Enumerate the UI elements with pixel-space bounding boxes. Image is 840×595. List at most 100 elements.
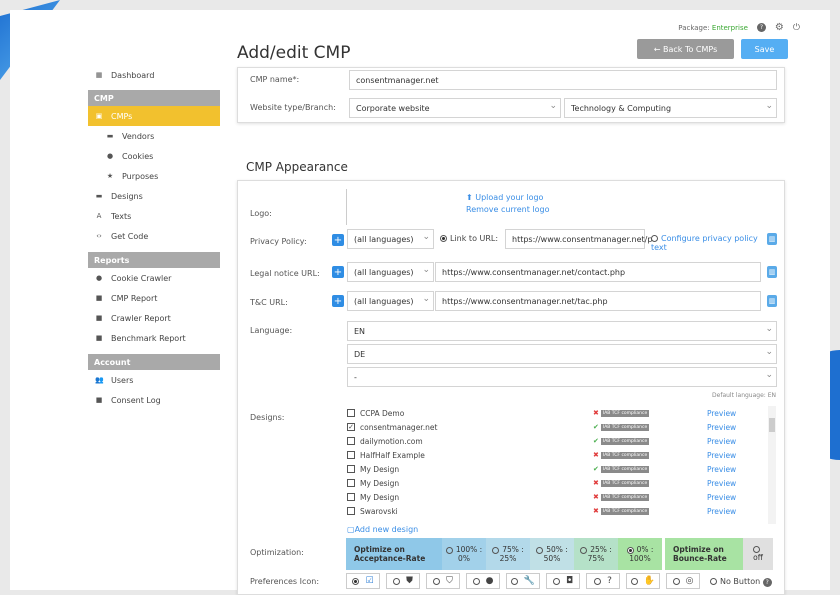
privacy-language-select[interactable]: (all languages) bbox=[347, 229, 434, 249]
opt-off-option[interactable]: off bbox=[743, 538, 773, 570]
pref-icon-shield[interactable]: ⛊ bbox=[386, 573, 420, 589]
design-name: consentmanager.net bbox=[360, 422, 438, 432]
tc-url-input[interactable]: https://www.consentmanager.net/tac.php bbox=[435, 291, 761, 311]
language-select-2[interactable]: DE bbox=[347, 344, 777, 364]
report-icon: ■ bbox=[95, 294, 103, 302]
cmp-name-input[interactable]: consentmanager.net bbox=[349, 70, 777, 90]
save-button[interactable]: Save bbox=[741, 39, 788, 59]
preview-link[interactable]: Preview bbox=[707, 465, 736, 474]
design-checkbox[interactable] bbox=[347, 465, 355, 473]
language-select-1[interactable]: EN bbox=[347, 321, 777, 341]
sidebar-item-designs[interactable]: ▬ Designs bbox=[88, 186, 220, 206]
cross-icon: ✖ bbox=[593, 409, 599, 417]
sidebar-item-cmp-report[interactable]: ■ CMP Report bbox=[88, 288, 220, 308]
cookie-icon: ● bbox=[106, 152, 114, 160]
sidebar-item-benchmark-report[interactable]: ■ Benchmark Report bbox=[88, 328, 220, 348]
power-icon[interactable]: ⏻ bbox=[793, 23, 800, 33]
tc-language-select[interactable]: (all languages) bbox=[347, 291, 434, 311]
sidebar-item-cookie-crawler[interactable]: ● Cookie Crawler bbox=[88, 268, 220, 288]
privacy-url-input[interactable]: https://www.consentmanager.net/p bbox=[505, 229, 652, 249]
radio-icon bbox=[433, 577, 441, 585]
preview-link[interactable]: Preview bbox=[707, 479, 736, 488]
sidebar-item-getcode[interactable]: ‹› Get Code bbox=[88, 226, 220, 246]
remove-logo-link[interactable]: Remove current logo bbox=[466, 205, 550, 214]
add-tc-button[interactable]: + bbox=[332, 295, 344, 307]
pref-icon-wrench[interactable]: 🔧 bbox=[506, 573, 540, 589]
language-select-3[interactable]: - bbox=[347, 367, 777, 387]
opt-right-label: Optimize on Bounce-Rate bbox=[665, 538, 743, 570]
design-row: dailymotion.com ✔ IAB TCF compliance Previe… bbox=[347, 434, 767, 448]
tcf-status: ✖ IAB TCF compliance bbox=[593, 409, 650, 417]
gear-icon[interactable]: ⚙ bbox=[775, 22, 784, 33]
design-row: CCPA Demo ✖ IAB TCF compliance Preview bbox=[347, 406, 767, 420]
add-legal-button[interactable]: + bbox=[332, 266, 344, 278]
pref-icon-checkmark[interactable]: ☑ bbox=[346, 573, 380, 589]
upload-logo-link[interactable]: ⬆ Upload your logo bbox=[466, 193, 543, 202]
design-name: My Design bbox=[360, 478, 400, 488]
help-icon[interactable]: ? bbox=[762, 578, 772, 587]
sidebar-item-cookies[interactable]: ● Cookies bbox=[88, 146, 220, 166]
link-to-url-radio[interactable]: Link to URL: bbox=[440, 234, 498, 243]
sidebar-item-texts[interactable]: A Texts bbox=[88, 206, 220, 226]
legal-url-input[interactable]: https://www.consentmanager.net/contact.p… bbox=[435, 262, 761, 282]
design-checkbox[interactable] bbox=[347, 507, 355, 515]
design-checkbox[interactable] bbox=[347, 437, 355, 445]
wrench-icon: 🔧 bbox=[523, 576, 536, 586]
designs-scrollbar[interactable] bbox=[768, 406, 776, 524]
design-checkbox[interactable] bbox=[347, 493, 355, 501]
sidebar-item-dashboard[interactable]: ▦ Dashboard bbox=[88, 65, 220, 85]
sidebar-item-cmps[interactable]: ▣ CMPs bbox=[88, 106, 220, 126]
add-privacy-button[interactable]: + bbox=[332, 234, 344, 246]
add-new-design-link[interactable]: ▢Add new design bbox=[347, 525, 418, 534]
pref-icon-shield-alt[interactable]: ⛉ bbox=[426, 573, 460, 589]
trash-icon[interactable]: ▥ bbox=[767, 266, 777, 278]
design-checkbox[interactable] bbox=[347, 479, 355, 487]
opt-option[interactable]: 50% :50% bbox=[530, 538, 574, 570]
design-checkbox[interactable] bbox=[347, 451, 355, 459]
sidebar-item-purposes[interactable]: ★ Purposes bbox=[88, 166, 220, 186]
preview-link[interactable]: Preview bbox=[707, 507, 736, 516]
pref-icon-hand[interactable]: ✋ bbox=[626, 573, 660, 589]
pref-icon-question[interactable]: ? bbox=[586, 573, 620, 589]
design-row: My Design ✔ IAB TCF compliance Preview bbox=[347, 462, 767, 476]
pref-icon-box[interactable]: ◘ bbox=[546, 573, 580, 589]
back-to-cmps-button[interactable]: ← Back To CMPs bbox=[637, 39, 734, 59]
pref-icon-cookie[interactable]: ● bbox=[466, 573, 500, 589]
branch-select[interactable]: Technology & Computing bbox=[564, 98, 777, 118]
preview-link[interactable]: Preview bbox=[707, 423, 736, 432]
pref-no-button[interactable]: No Button ? bbox=[710, 577, 772, 587]
package-value: Enterprise bbox=[711, 23, 748, 32]
sidebar-item-consent-log[interactable]: ■ Consent Log bbox=[88, 390, 220, 410]
shield-icon: ⛊ bbox=[406, 576, 413, 586]
configure-privacy-radio[interactable]: Configure privacy policy text bbox=[651, 234, 759, 252]
preview-link[interactable]: Preview bbox=[707, 451, 736, 460]
opt-option[interactable]: 0% :100% bbox=[618, 538, 662, 570]
design-checkbox[interactable]: ✓ bbox=[347, 423, 355, 431]
opt-option[interactable]: 25% :75% bbox=[574, 538, 618, 570]
website-type-select[interactable]: Corporate website bbox=[349, 98, 561, 118]
designs-label: Designs: bbox=[250, 413, 285, 422]
preferences-icon-label: Preferences Icon: bbox=[250, 577, 320, 586]
preview-link[interactable]: Preview bbox=[707, 437, 736, 446]
opt-option[interactable]: 100% :0% bbox=[442, 538, 486, 570]
sidebar-item-users[interactable]: 👥 Users bbox=[88, 370, 220, 390]
sidebar-item-crawler-report[interactable]: ■ Crawler Report bbox=[88, 308, 220, 328]
default-language-note: Default language: EN bbox=[712, 392, 776, 399]
sidebar-header-account: Account bbox=[88, 354, 220, 370]
trash-icon[interactable]: ▥ bbox=[767, 233, 777, 245]
scrollbar-thumb[interactable] bbox=[769, 418, 775, 432]
sidebar-item-vendors[interactable]: ▬ Vendors bbox=[88, 126, 220, 146]
pref-icon-fingerprint[interactable]: ◎ bbox=[666, 573, 700, 589]
radio-icon bbox=[594, 577, 602, 585]
opt-option[interactable]: 75% :25% bbox=[486, 538, 530, 570]
question-icon: ? bbox=[607, 576, 612, 586]
preview-link[interactable]: Preview bbox=[707, 493, 736, 502]
tcf-badge: IAB TCF compliance bbox=[600, 493, 650, 501]
preview-link[interactable]: Preview bbox=[707, 409, 736, 418]
design-row: My Design ✖ IAB TCF compliance Preview bbox=[347, 476, 767, 490]
tcf-badge: IAB TCF compliance bbox=[600, 451, 650, 459]
design-checkbox[interactable] bbox=[347, 409, 355, 417]
help-icon[interactable]: ? bbox=[756, 23, 766, 32]
legal-language-select[interactable]: (all languages) bbox=[347, 262, 434, 282]
trash-icon[interactable]: ▥ bbox=[767, 295, 777, 307]
